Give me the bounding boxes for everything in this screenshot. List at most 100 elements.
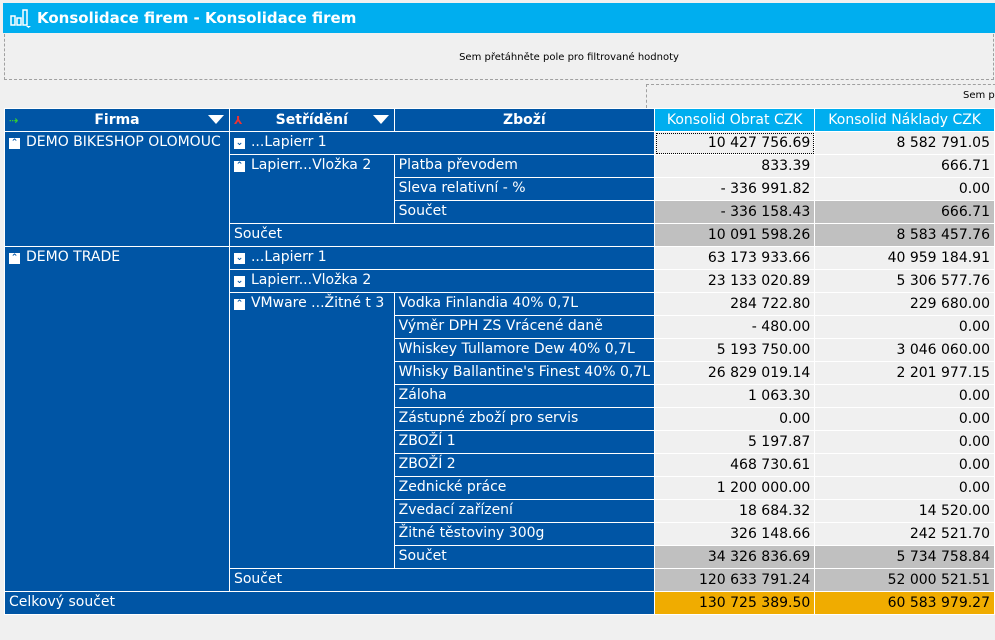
row-label: DEMO BIKESHOP OLOMOUC	[26, 134, 221, 150]
header-firma[interactable]: ⇢ Firma	[4, 108, 230, 132]
value-obrat[interactable]: - 480.00	[654, 315, 816, 339]
row-header-zbozi: Platba převodem	[393, 154, 656, 178]
filter-drop-zone[interactable]: Sem přetáhněte pole pro filtrované hodno…	[4, 34, 994, 80]
collapse-icon[interactable]: ⌃	[9, 138, 20, 149]
value-obrat[interactable]: 130 725 389.50	[654, 591, 816, 615]
value-naklady[interactable]: 242 521.70	[814, 522, 995, 546]
value-naklady[interactable]: 8 583 457.76	[814, 223, 995, 247]
row-header-zbozi: Vodka Finlandia 40% 0,7L	[393, 292, 656, 316]
collapse-icon[interactable]: ⌃	[233, 299, 245, 310]
value-obrat[interactable]: 23 133 020.89	[654, 269, 816, 293]
row-header-zbozi: Whiskey Tullamore Dew 40% 0,7L	[393, 338, 656, 362]
row-label: ZBOŽÍ 2	[398, 456, 456, 472]
row-label: ...Lapierr 1	[250, 134, 327, 150]
subtotal-label: Součet	[393, 545, 656, 569]
value-naklady[interactable]: 0.00	[814, 384, 995, 408]
header-zbozi[interactable]: Zboží	[393, 108, 656, 132]
row-header-setrideni: ⌃ VMware ...Žitné t 3	[228, 292, 395, 569]
value-naklady[interactable]: 666.71	[814, 200, 995, 224]
filter-dropdown-icon[interactable]	[372, 115, 389, 124]
column-drop-zone[interactable]: Sem přetáhněte pole sloupců	[646, 84, 995, 108]
value-naklady[interactable]: 3 046 060.00	[814, 338, 995, 362]
row-header-setrideni: ⌄ ...Lapierr 1	[228, 246, 656, 270]
header-naklady[interactable]: Konsolid Náklady CZK	[814, 108, 995, 132]
field-icon: ⇢	[9, 114, 19, 127]
row-header-zbozi: Zvedací zařízení	[393, 499, 656, 523]
row-label: DEMO TRADE	[26, 249, 121, 265]
value-naklady[interactable]: 40 959 184.91	[814, 246, 995, 270]
row-label: Výměr DPH ZS Vrácené daně	[398, 318, 603, 334]
value-obrat[interactable]: 120 633 791.24	[654, 568, 816, 592]
value-naklady[interactable]: 5 734 758.84	[814, 545, 995, 569]
row-header-zbozi: Výměr DPH ZS Vrácené daně	[393, 315, 656, 339]
row-label: Platba převodem	[398, 157, 518, 173]
value-naklady[interactable]: 0.00	[814, 177, 995, 201]
value-obrat[interactable]: - 336 158.43	[654, 200, 816, 224]
row-label: ZBOŽÍ 1	[398, 433, 456, 449]
row-label: Sleva relativní - %	[398, 180, 526, 196]
value-obrat[interactable]: 26 829 019.14	[654, 361, 816, 385]
table-row: ⌃ DEMO BIKESHOP OLOMOUC ⌄ ...Lapierr 1 10 42…	[4, 131, 995, 247]
row-label: Vodka Finlandia 40% 0,7L	[398, 295, 579, 311]
subtotal-label: Součet	[393, 200, 656, 224]
value-obrat[interactable]: 34 326 836.69	[654, 545, 816, 569]
expand-icon[interactable]: ⌄	[233, 138, 245, 149]
value-obrat[interactable]: 10 091 598.26	[654, 223, 816, 247]
value-naklady[interactable]: 5 306 577.76	[814, 269, 995, 293]
value-naklady[interactable]: 14 520.00	[814, 499, 995, 523]
header-label: Firma	[94, 112, 140, 128]
value-obrat[interactable]: 284 722.80	[654, 292, 816, 316]
row-label: Whisky Ballantine's Finest 40% 0,7L	[398, 364, 651, 380]
expand-icon[interactable]: ⌄	[233, 253, 245, 264]
row-header-zbozi: Zednické práce	[393, 476, 656, 500]
value-obrat[interactable]: 10 427 756.69	[654, 131, 816, 155]
value-obrat[interactable]: 468 730.61	[654, 453, 816, 477]
header-setrideni[interactable]: ⅄ Setřídění	[228, 108, 395, 132]
header-label: Setřídění	[275, 112, 348, 128]
header-label: Konsolid Náklady CZK	[828, 112, 981, 128]
value-naklady[interactable]: 0.00	[814, 407, 995, 431]
value-naklady[interactable]: 0.00	[814, 315, 995, 339]
header-label: Zboží	[502, 112, 546, 128]
value-naklady[interactable]: 2 201 977.15	[814, 361, 995, 385]
value-naklady[interactable]: 60 583 979.27	[814, 591, 995, 615]
row-label: Lapierr...Vložka 2	[250, 157, 372, 173]
value-obrat[interactable]: 1 200 000.00	[654, 476, 816, 500]
value-obrat[interactable]: 1 063.30	[654, 384, 816, 408]
value-obrat[interactable]: 5 193 750.00	[654, 338, 816, 362]
expand-icon[interactable]: ⌄	[233, 276, 245, 287]
value-obrat[interactable]: 0.00	[654, 407, 816, 431]
value-naklady[interactable]: 0.00	[814, 453, 995, 477]
bar-chart-icon[interactable]	[9, 7, 33, 29]
row-label: Celkový součet	[9, 594, 116, 610]
value-obrat[interactable]: 5 197.87	[654, 430, 816, 454]
row-label: Součet	[398, 548, 447, 564]
value-naklady[interactable]: 0.00	[814, 476, 995, 500]
value-naklady[interactable]: 229 680.00	[814, 292, 995, 316]
collapse-icon[interactable]: ⌃	[9, 253, 20, 264]
value-naklady[interactable]: 666.71	[814, 154, 995, 178]
hierarchy-icon: ⅄	[233, 114, 243, 127]
value-obrat[interactable]: 326 148.66	[654, 522, 816, 546]
row-header-zbozi: Záloha	[393, 384, 656, 408]
row-header-firma: ⌃ DEMO TRADE	[4, 246, 230, 592]
group-total-label: Součet	[228, 223, 656, 247]
value-obrat[interactable]: 833.39	[654, 154, 816, 178]
column-drop-hint: Sem přetáhněte pole sloupců	[963, 90, 995, 101]
row-header-zbozi: Žitné těstoviny 300g	[393, 522, 656, 546]
value-obrat[interactable]: - 336 991.82	[654, 177, 816, 201]
value-naklady[interactable]: 8 582 791.05	[814, 131, 995, 155]
row-header-zbozi: Zástupné zboží pro servis	[393, 407, 656, 431]
value-naklady[interactable]: 52 000 521.51	[814, 568, 995, 592]
row-label: Lapierr...Vložka 2	[250, 272, 372, 288]
value-obrat[interactable]: 18 684.32	[654, 499, 816, 523]
row-header-setrideni: ⌃ Lapierr...Vložka 2	[228, 154, 395, 224]
value-obrat[interactable]: 63 173 933.66	[654, 246, 816, 270]
header-label: Konsolid Obrat CZK	[666, 112, 803, 128]
row-header-setrideni: ⌄ Lapierr...Vložka 2	[228, 269, 656, 293]
filter-dropdown-icon[interactable]	[207, 115, 224, 124]
value-naklady[interactable]: 0.00	[814, 430, 995, 454]
header-obrat[interactable]: Konsolid Obrat CZK	[654, 108, 816, 132]
collapse-icon[interactable]: ⌃	[233, 161, 245, 172]
row-label: Zednické práce	[398, 479, 507, 495]
